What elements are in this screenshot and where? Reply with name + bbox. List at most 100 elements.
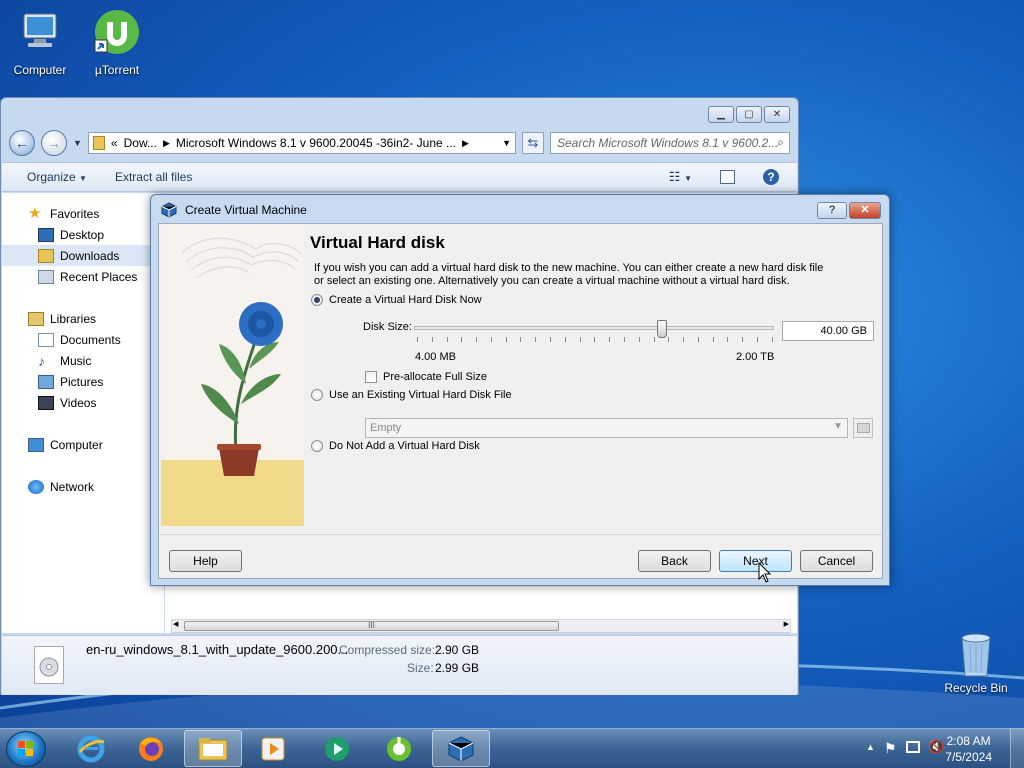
- system-tray: ▲ ⚑ 🔇 2:08 AM 7/5/2024: [834, 729, 1024, 768]
- star-icon: ★: [28, 204, 42, 222]
- scrollbar-thumb[interactable]: III: [184, 621, 559, 631]
- refresh-button[interactable]: ⇆: [522, 132, 544, 154]
- nav-network[interactable]: Network: [2, 476, 164, 497]
- desktop-computer-icon[interactable]: Computer: [0, 8, 80, 77]
- disk-size-label: Disk Size:: [363, 321, 412, 333]
- taskbar-explorer-button[interactable]: [184, 730, 242, 767]
- radio-label: Create a Virtual Hard Disk Now: [329, 294, 482, 306]
- videos-icon: [38, 395, 54, 410]
- taskbar-firefox-button[interactable]: [122, 730, 180, 767]
- checkbox-label: Pre-allocate Full Size: [383, 371, 487, 383]
- help-button[interactable]: Help: [169, 550, 242, 572]
- back-button[interactable]: Back: [638, 550, 711, 572]
- help-icon[interactable]: ?: [763, 169, 779, 185]
- radio-button-selected[interactable]: [311, 294, 323, 306]
- close-button[interactable]: ✕: [764, 106, 790, 123]
- radio-create-disk[interactable]: Create a Virtual Hard Disk Now: [311, 294, 482, 306]
- breadcrumb-segment[interactable]: Microsoft Windows 8.1 v 9600.20045 -36in…: [176, 136, 456, 150]
- minimize-button[interactable]: ▁: [708, 106, 734, 123]
- search-input[interactable]: Search Microsoft Windows 8.1 v 9600.2...…: [550, 132, 790, 154]
- action-center-flag-icon[interactable]: ⚑: [884, 740, 897, 757]
- existing-disk-combobox[interactable]: Empty ▼: [365, 418, 848, 438]
- nav-music[interactable]: ♪ Music: [2, 350, 164, 371]
- clock-date: 7/5/2024: [945, 750, 992, 764]
- scroll-left-icon[interactable]: ◀: [173, 620, 178, 628]
- desktop-utorrent-icon[interactable]: µTorrent: [77, 8, 157, 77]
- disk-size-slider[interactable]: [414, 326, 774, 330]
- next-button[interactable]: Next: [719, 550, 792, 572]
- slider-min-label: 4.00 MB: [415, 351, 456, 363]
- browse-folder-button[interactable]: [853, 418, 873, 438]
- taskbar-media-player-button[interactable]: [244, 730, 302, 767]
- horizontal-scrollbar[interactable]: ◀ III ▶: [171, 619, 791, 633]
- network-status-icon[interactable]: [906, 741, 920, 753]
- slider-ticks: [417, 337, 773, 343]
- radio-no-disk[interactable]: Do Not Add a Virtual Hard Disk: [311, 440, 480, 452]
- nav-favorites[interactable]: ★ Favorites: [2, 203, 164, 224]
- dialog-titlebar[interactable]: Create Virtual Machine: [151, 195, 889, 225]
- scroll-right-icon[interactable]: ▶: [784, 620, 789, 628]
- breadcrumb-separator-icon[interactable]: ▶: [462, 138, 469, 149]
- navigation-pane: ★ Favorites Desktop Downloads Recent Plac…: [2, 193, 164, 633]
- taskbar-cleaner-button[interactable]: [370, 730, 428, 767]
- address-bar[interactable]: « Dow... ▶ Microsoft Windows 8.1 v 9600.…: [87, 132, 516, 154]
- history-dropdown-icon[interactable]: ▼: [73, 138, 82, 148]
- nav-downloads[interactable]: Downloads: [2, 245, 164, 266]
- dialog-close-button[interactable]: ✕: [849, 202, 881, 219]
- recycle-bin-icon[interactable]: Recycle Bin: [940, 630, 1012, 695]
- organize-menu[interactable]: Organize ▼: [27, 170, 87, 184]
- breadcrumb-separator-icon[interactable]: ▶: [163, 138, 170, 149]
- preallocate-checkbox[interactable]: Pre-allocate Full Size: [365, 371, 487, 383]
- radio-existing-disk[interactable]: Use an Existing Virtual Hard Disk File: [311, 389, 512, 401]
- show-desktop-button[interactable]: [1010, 729, 1024, 768]
- forward-button[interactable]: →: [41, 130, 67, 156]
- details-pane: en-ru_windows_8.1_with_update_9600.200..…: [2, 635, 797, 695]
- start-button[interactable]: [6, 731, 46, 767]
- nav-videos[interactable]: Videos: [2, 392, 164, 413]
- nav-desktop[interactable]: Desktop: [2, 224, 164, 245]
- trash-icon: [961, 633, 991, 677]
- explorer-toolbar: Organize ▼ Extract all files ☷ ▼ ?: [2, 162, 797, 192]
- recent-places-icon: [38, 269, 54, 284]
- taskbar-ie-button[interactable]: [62, 730, 120, 767]
- computer-icon: [23, 13, 57, 47]
- view-options-icon[interactable]: ☷ ▼: [669, 169, 692, 185]
- nav-computer[interactable]: Computer: [2, 434, 164, 455]
- search-placeholder: Search Microsoft Windows 8.1 v 9600.2...: [557, 136, 779, 150]
- search-icon[interactable]: ⌕: [777, 135, 784, 150]
- context-help-button[interactable]: ?: [817, 202, 847, 219]
- address-dropdown-icon[interactable]: ▼: [502, 138, 515, 148]
- disk-size-field[interactable]: 40.00 GB: [782, 321, 874, 341]
- taskbar: ▲ ⚑ 🔇 2:08 AM 7/5/2024: [0, 728, 1024, 768]
- nav-pictures[interactable]: Pictures: [2, 371, 164, 392]
- radio-label: Use an Existing Virtual Hard Disk File: [329, 389, 512, 401]
- extract-all-button[interactable]: Extract all files: [115, 170, 192, 184]
- play-circle-icon: [325, 736, 349, 761]
- desktop-icon: [38, 227, 54, 242]
- show-hidden-icons-icon[interactable]: ▲: [866, 742, 875, 752]
- nav-recent-places[interactable]: Recent Places: [2, 266, 164, 287]
- maximize-button[interactable]: ▢: [736, 106, 762, 123]
- slider-thumb[interactable]: [657, 320, 668, 338]
- utorrent-icon: [94, 10, 139, 54]
- breadcrumb-segment[interactable]: Dow...: [124, 136, 157, 150]
- windows-logo-icon: [18, 741, 33, 756]
- downloads-folder-icon: [38, 248, 54, 263]
- taskbar-app-button[interactable]: [308, 730, 366, 767]
- create-vm-dialog: Create Virtual Machine ? ✕ Virtual Hard …: [150, 194, 890, 586]
- internet-explorer-icon: [77, 735, 105, 762]
- volume-muted-icon[interactable]: 🔇: [928, 739, 944, 755]
- clock[interactable]: 2:08 AM 7/5/2024: [945, 733, 992, 765]
- nav-documents[interactable]: Documents: [2, 329, 164, 350]
- back-button[interactable]: ←: [9, 130, 35, 156]
- nav-libraries[interactable]: Libraries: [2, 308, 164, 329]
- desktop-icon-label: Computer: [13, 63, 67, 77]
- taskbar-virtualbox-button[interactable]: [432, 730, 490, 767]
- explorer-titlebar[interactable]: ▁ ▢ ✕: [1, 98, 798, 128]
- checkbox-box[interactable]: [365, 371, 377, 383]
- preview-pane-icon[interactable]: [720, 170, 735, 184]
- radio-button[interactable]: [311, 440, 323, 452]
- radio-button[interactable]: [311, 389, 323, 401]
- breadcrumb-overflow-icon[interactable]: «: [111, 136, 118, 150]
- cancel-button[interactable]: Cancel: [800, 550, 873, 572]
